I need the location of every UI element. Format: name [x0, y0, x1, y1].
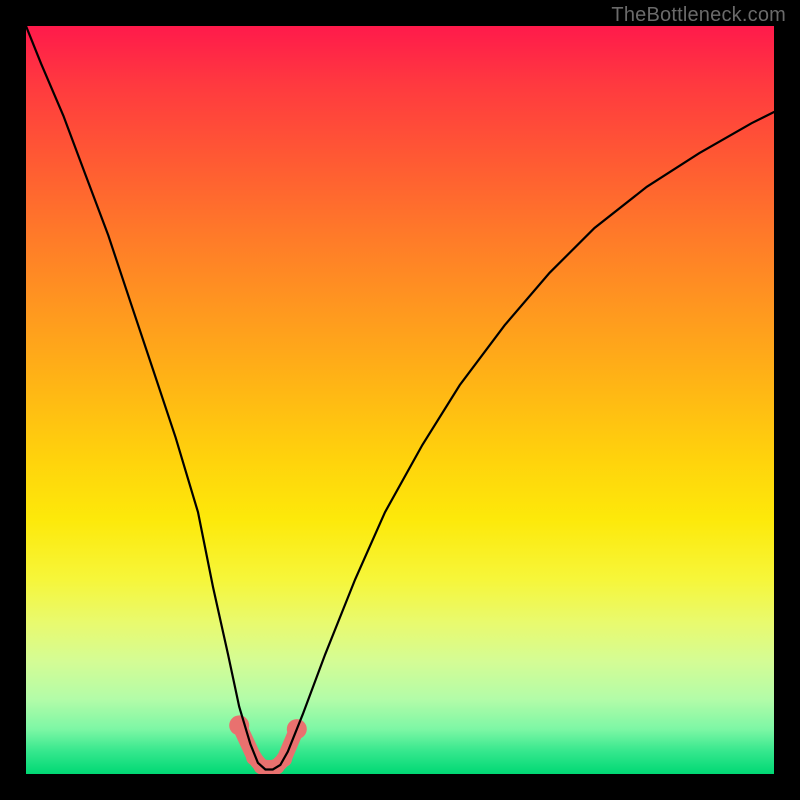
- bottleneck-curve: [26, 26, 774, 770]
- plot-area: [26, 26, 774, 774]
- outer-frame: TheBottleneck.com: [0, 0, 800, 800]
- watermark-text: TheBottleneck.com: [611, 4, 786, 27]
- curve-layer: [26, 26, 774, 774]
- valley-markers: [229, 715, 307, 774]
